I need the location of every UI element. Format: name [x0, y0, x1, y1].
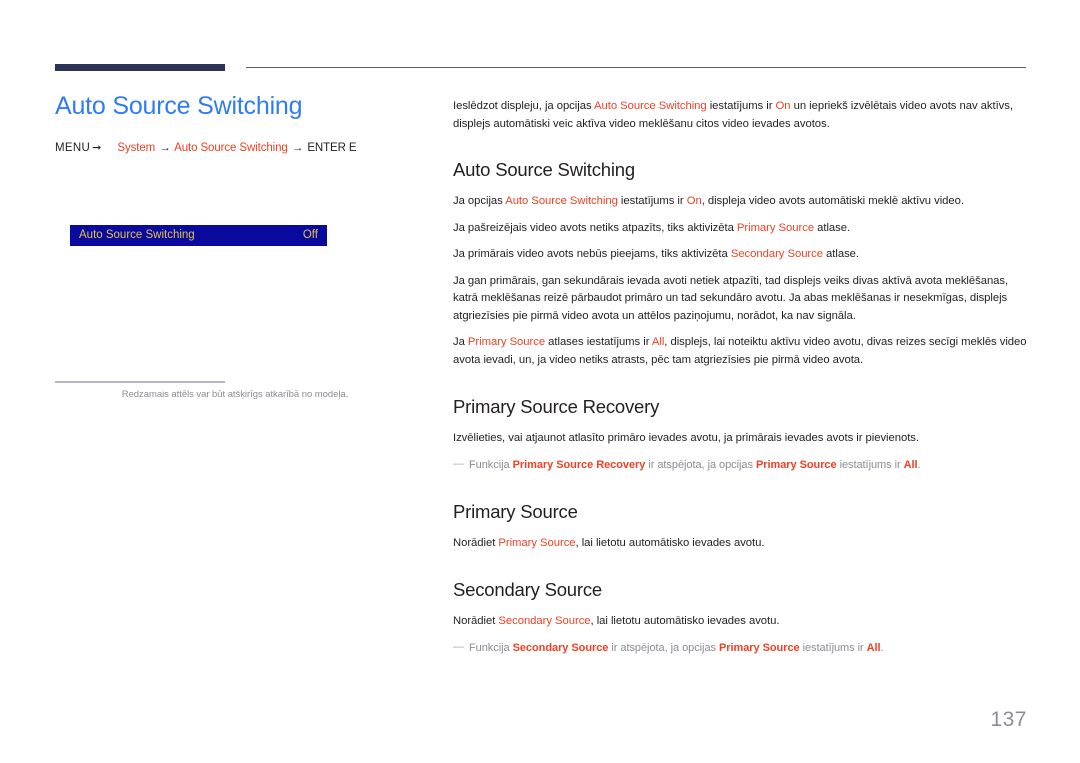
- text-run: Ieslēdzot displeju, ja opcijas: [453, 100, 595, 112]
- term-highlight: All: [903, 458, 918, 471]
- text-run: atlase.: [814, 221, 851, 234]
- left-column: Auto Source Switching MENU ➞ System → Aut…: [55, 92, 415, 154]
- term-highlight: All: [651, 336, 665, 348]
- header-accent-bar: [55, 64, 225, 71]
- text-run: ir atspējota, ja opcijas: [608, 641, 719, 654]
- section-heading: Auto Source Switching: [453, 159, 635, 180]
- text-run: , displeja video avots automātiski meklē…: [701, 195, 964, 207]
- text-run: Norādiet: [453, 536, 499, 549]
- menu-path-arrow-1: →: [159, 141, 171, 154]
- section-paragraph: Ja Primary Source atlases iestatījums ir…: [453, 334, 1028, 369]
- return-arrow-icon: ➞: [92, 141, 101, 154]
- section-paragraph: Ja primārais video avots nebūs pieejams,…: [453, 246, 1028, 264]
- menu-path-step-1: System: [117, 141, 156, 154]
- note-dash-icon: ―: [453, 640, 464, 653]
- section-heading: Primary Source: [453, 500, 578, 522]
- menu-path-menu-word: MENU: [55, 141, 91, 154]
- menu-path-step-3: ENTER E: [307, 141, 357, 154]
- term-highlight: On: [686, 195, 702, 207]
- text-run: Ja: [453, 336, 468, 348]
- section-paragraph: Ja opcijas Auto Source Switching iestatī…: [453, 193, 1028, 211]
- text-run: .: [880, 641, 884, 654]
- term-highlight: Primary Source: [718, 641, 800, 654]
- section-auto-source-switching: Auto Source Switching Ja opcijas Auto So…: [453, 159, 1028, 369]
- section-heading: Secondary Source: [453, 579, 603, 601]
- text-run: iestatījums ir: [836, 458, 904, 471]
- section-paragraph: Ja gan primārais, gan sekundārais ievada…: [453, 274, 1009, 322]
- section-secondary-source: Secondary Source Norādiet Secondary Sour…: [453, 579, 1028, 657]
- osd-preview: Auto Source Switching Off: [70, 225, 327, 246]
- term-highlight: Primary Source Recovery: [512, 458, 646, 471]
- text-run: iestatījums ir: [799, 641, 867, 654]
- text-run: Funkcija: [469, 458, 513, 471]
- right-column: Ieslēdzot displeju, ja opcijas Auto Sour…: [453, 98, 1028, 657]
- menu-path-step-2: Auto Source Switching: [174, 141, 288, 154]
- document-page: Auto Source Switching MENU ➞ System → Aut…: [0, 0, 1080, 763]
- text-run: Norādiet: [453, 615, 499, 628]
- section-paragraph: Ja pašreizējais video avots netiks atpaz…: [453, 220, 1028, 238]
- term-highlight: On: [775, 100, 791, 112]
- osd-item-label: Auto Source Switching: [79, 228, 195, 241]
- text-run: ir atspējota, ja opcijas: [645, 458, 756, 471]
- section-primary-source: Primary Source Norādiet Primary Source, …: [453, 501, 1028, 553]
- section-paragraph: Norādiet Primary Source, lai lietotu aut…: [453, 535, 1028, 553]
- text-run: iestatījums ir: [706, 100, 776, 112]
- term-highlight: Primary Source: [736, 221, 815, 234]
- text-run: atlases iestatījums ir: [545, 336, 652, 348]
- term-highlight: Secondary Source: [730, 248, 823, 260]
- menu-path-arrow-2: →: [291, 141, 304, 154]
- text-run: , lai lietotu automātisko ievades avotu.: [575, 536, 765, 549]
- page-title: Auto Source Switching: [55, 92, 303, 120]
- note-dash-icon: ―: [453, 457, 464, 470]
- term-highlight: Auto Source Switching: [505, 195, 618, 207]
- header-rule: [246, 67, 1026, 68]
- intro-paragraph: Ieslēdzot displeju, ja opcijas Auto Sour…: [453, 98, 1028, 133]
- menu-path-sequence: System → Auto Source Switching → ENTER E: [117, 142, 356, 154]
- text-run: iestatījums ir: [617, 195, 687, 207]
- section-heading: Primary Source Recovery: [453, 396, 660, 417]
- text-run: atlase.: [822, 248, 859, 260]
- section-primary-source-recovery: Primary Source Recovery Izvēlieties, vai…: [453, 396, 1028, 474]
- text-run: Ja opcijas: [453, 195, 506, 207]
- text-run: Funkcija: [469, 641, 513, 654]
- section-note: ― Funkcija Secondary Source ir atspējota,…: [453, 640, 1028, 657]
- figure-caption: Redzamais attēls var būt atšķirīgs atkar…: [121, 389, 349, 400]
- term-highlight: Primary Source: [755, 458, 837, 471]
- menu-path: MENU ➞ System → Auto Source Switching → E…: [55, 141, 415, 154]
- term-highlight: All: [866, 641, 881, 654]
- text-run: , lai lietotu automātisko ievades avotu.: [590, 615, 780, 628]
- term-highlight: Primary Source: [467, 336, 546, 348]
- term-highlight: Secondary Source: [498, 615, 591, 628]
- section-paragraph: Norādiet Secondary Source, lai lietotu a…: [453, 613, 1028, 631]
- term-highlight: Auto Source Switching: [594, 100, 707, 112]
- term-highlight: Secondary Source: [512, 641, 609, 654]
- section-paragraph: Izvēlieties, vai atjaunot atlasīto primā…: [453, 432, 919, 444]
- caption-rule: [55, 381, 225, 383]
- osd-item-value: Off: [302, 228, 318, 241]
- text-run: .: [917, 458, 921, 471]
- section-note: ― Funkcija Primary Source Recovery ir ats…: [453, 457, 1028, 474]
- term-highlight: Primary Source: [498, 536, 576, 549]
- text-run: Ja pašreizējais video avots netiks atpaz…: [453, 221, 737, 234]
- page-number: 137: [990, 708, 1027, 731]
- text-run: Ja primārais video avots nebūs pieejams,…: [453, 248, 731, 260]
